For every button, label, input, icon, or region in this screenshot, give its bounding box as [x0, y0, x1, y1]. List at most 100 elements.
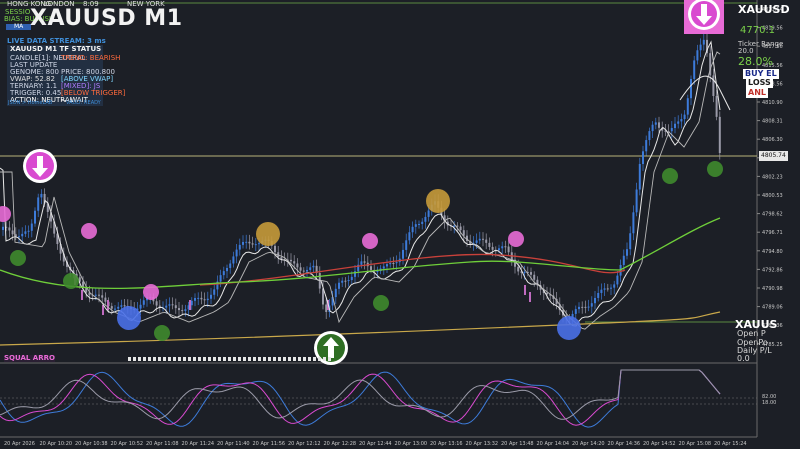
candle-body	[360, 261, 363, 265]
candle-body	[421, 221, 424, 224]
candle-body	[402, 249, 404, 259]
candle-body	[613, 284, 616, 288]
pink-signal-marker	[508, 231, 524, 247]
gold-signal-marker	[256, 222, 280, 246]
price-axis-label: 4790.98	[762, 286, 783, 292]
candle-body	[238, 244, 241, 250]
candle-body	[670, 128, 673, 132]
highlight-candle	[107, 300, 109, 310]
squal-dot	[238, 357, 241, 361]
highlight-candle	[524, 285, 526, 295]
candle-body	[453, 225, 456, 227]
candle-body	[165, 305, 168, 308]
ma-badge: MA	[6, 24, 32, 30]
candle-body	[680, 119, 683, 122]
open-label: Open P	[737, 329, 766, 338]
candle-body	[712, 75, 715, 96]
time-axis-label: 20 Apr 15:24	[714, 441, 747, 447]
current-price-tag: 4805.74	[759, 151, 788, 161]
right-percent: 28.0%	[738, 55, 773, 68]
squal-dot	[153, 357, 156, 361]
candle-body	[168, 304, 171, 306]
candle-body	[386, 264, 388, 267]
candle-body	[206, 298, 209, 301]
squal-dot	[308, 357, 311, 361]
price-chart[interactable]: 4821.544819.564817.564815.564813.564810.…	[0, 0, 800, 449]
osc-axis-label: 18.00	[762, 400, 776, 406]
candle-body	[597, 292, 600, 298]
candle-body	[139, 304, 142, 309]
squal-dot	[208, 357, 211, 361]
daily-pl-value: 0.0	[737, 354, 750, 363]
candle-body	[274, 245, 276, 253]
price-axis-label: 4792.86	[762, 267, 783, 273]
candle-body	[110, 306, 113, 309]
candle-body	[344, 280, 347, 282]
candle-body	[347, 280, 350, 282]
candle-body	[2, 226, 4, 230]
candle-body	[98, 294, 100, 296]
candle-body	[171, 304, 174, 306]
candle-body	[414, 224, 417, 227]
candle-body	[594, 297, 596, 304]
time-axis-label: 20 Apr 11:24	[182, 441, 215, 447]
candle-body	[184, 309, 187, 311]
squal-dot	[323, 357, 326, 361]
candle-body	[635, 189, 638, 213]
candle-body	[584, 306, 587, 308]
squal-dot	[288, 357, 291, 361]
squal-dot	[173, 357, 176, 361]
candle-body	[642, 151, 644, 164]
candle-body	[488, 242, 491, 247]
squal-dot	[178, 357, 181, 361]
candle-body	[219, 275, 222, 282]
candle-body	[296, 263, 299, 268]
candle-body	[456, 225, 459, 227]
candle-body	[600, 289, 603, 293]
candle-body	[290, 259, 292, 262]
candle-body	[683, 114, 686, 120]
time-axis-label: 20 Apr 10:20	[40, 441, 73, 447]
squal-dot	[158, 357, 161, 361]
squal-dot	[283, 357, 286, 361]
candle-body	[194, 298, 196, 301]
squal-dot	[303, 357, 306, 361]
candle-body	[507, 246, 510, 253]
candle-body	[34, 210, 36, 224]
candle-body	[645, 140, 648, 152]
candle-body	[376, 271, 379, 273]
candle-body	[21, 233, 24, 237]
candle-body	[203, 299, 206, 301]
squal-dot	[128, 357, 131, 361]
candle-body	[587, 306, 590, 308]
candle-body	[475, 240, 478, 243]
candle-body	[213, 289, 216, 295]
candle-body	[174, 305, 177, 309]
squal-dot	[183, 357, 186, 361]
squal-dot	[228, 357, 231, 361]
chart-title: XAUUSD M1	[30, 6, 183, 31]
candle-body	[226, 267, 228, 272]
time-axis-label: 20 Apr 11:08	[146, 441, 179, 447]
squal-dot	[273, 357, 276, 361]
time-axis-label: 20 Apr 2026	[4, 441, 35, 447]
candle-body	[104, 297, 107, 302]
candle-body	[702, 39, 705, 45]
chart-window: 4821.544819.564817.564815.564813.564810.…	[0, 0, 800, 449]
candle-body	[581, 306, 584, 308]
candle-body	[229, 263, 232, 268]
json-label: JSON > HomeLAB	[8, 100, 53, 106]
time-axis-label: 20 Apr 13:48	[501, 441, 534, 447]
candle-body	[248, 241, 251, 244]
candle-body	[200, 297, 203, 300]
candle-body	[325, 304, 328, 312]
highlight-candle	[189, 300, 191, 310]
squal-dot	[213, 357, 216, 361]
candle-body	[498, 248, 500, 251]
green-signal-marker	[10, 250, 26, 266]
green-signal-marker	[154, 325, 170, 341]
candle-body	[696, 50, 699, 61]
blue-signal-marker	[117, 306, 141, 330]
time-axis-label: 20 Apr 14:20	[572, 441, 605, 447]
price-axis-label: 4796.71	[762, 230, 783, 236]
